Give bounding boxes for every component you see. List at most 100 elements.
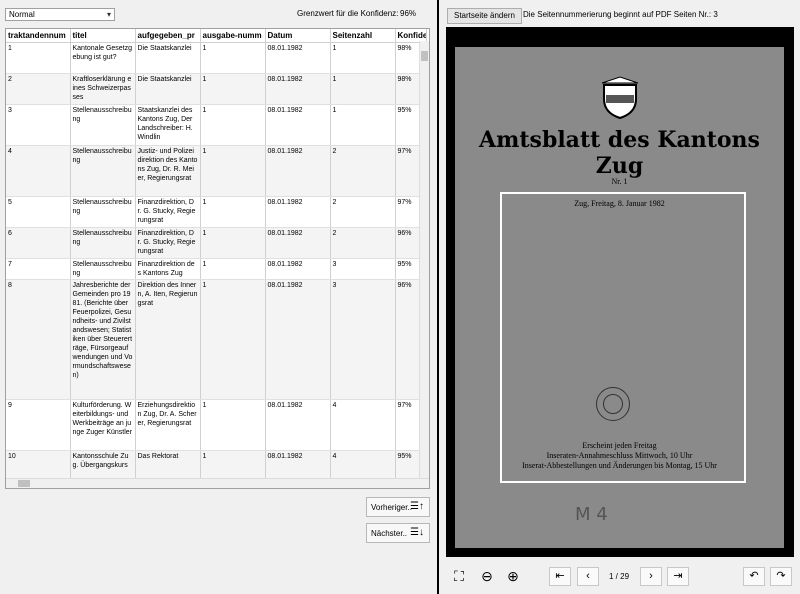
table-cell: 08.01.1982 [265, 42, 331, 74]
table-cell: 9 [6, 399, 71, 451]
table-cell: Finanzdirektion, Dr. G. Stucky, Regierun… [135, 196, 201, 228]
pdf-footer-line: Inserat-Abbestellungen und Änderungen bi… [522, 461, 717, 470]
table-cell: 08.01.1982 [265, 145, 331, 197]
table-cell: Stellenausschreibung [70, 196, 136, 228]
first-page-button[interactable]: ⇤ [549, 567, 571, 586]
table-row[interactable]: 8 Jahresberichte der Gemeinden pro 1981.… [6, 279, 427, 400]
table-cell: Staatskanzlei des Kantons Zug, Der Lands… [135, 104, 201, 146]
table-cell: Erziehungsdirektion Zug, Dr. A. Scherer,… [135, 399, 201, 451]
table-row[interactable]: 4 Stellenausschreibung Justiz- und Poliz… [6, 145, 427, 197]
table-row[interactable]: 2 Kraftloserklärung eines Schweizerpasse… [6, 73, 427, 105]
fit-page-icon[interactable]: ⛶ [449, 566, 469, 586]
chevron-down-icon: ▾ [106, 10, 111, 19]
previous-page-button[interactable]: ‹ [577, 567, 599, 586]
table-cell: 2 [330, 227, 396, 259]
table-cell: 3 [6, 104, 71, 146]
col-header[interactable]: titel [70, 29, 136, 43]
change-start-page-button[interactable]: Startseite ändern [447, 8, 522, 24]
table-cell: 08.01.1982 [265, 399, 331, 451]
table-cell: 1 [200, 196, 266, 228]
rotate-left-icon[interactable]: ↶ [743, 567, 765, 586]
table-cell: 1 [200, 258, 266, 280]
table-cell: 1 [330, 42, 396, 74]
table-cell: Kulturförderung. Weiterbildungs- und Wer… [70, 399, 136, 451]
coat-of-arms-icon [601, 76, 639, 120]
ocr-highlight-box [500, 192, 746, 483]
table-row[interactable]: 6 Stellenausschreibung Finanzdirektion, … [6, 227, 427, 259]
table-cell: 1 [6, 42, 71, 74]
zoom-out-icon[interactable]: ⊖ [477, 566, 497, 586]
col-header[interactable]: traktandennum [6, 29, 71, 43]
table-cell: Die Staatskanzlei [135, 73, 201, 105]
table-cell: 1 [330, 104, 396, 146]
pdf-page: Amtsblatt des Kantons Zug Nr. 1 Zug, Fre… [455, 47, 784, 548]
table-header: traktandennum titel aufgegeben_pr ausgab… [6, 29, 427, 43]
scroll-thumb[interactable] [421, 51, 428, 61]
table-cell: 4 [6, 145, 71, 197]
next-page-button[interactable]: › [640, 567, 662, 586]
table-cell: 08.01.1982 [265, 227, 331, 259]
pdf-panel: Startseite ändern Die Seitennummerierung… [439, 0, 800, 594]
table-cell: 2 [6, 73, 71, 105]
col-header[interactable]: ausgabe-numm [200, 29, 266, 43]
table-cell: 08.01.1982 [265, 73, 331, 105]
table-cell: 3 [330, 258, 396, 280]
table-cell: 2 [330, 145, 396, 197]
table-cell: 1 [200, 42, 266, 74]
table-row[interactable]: 3 Stellenausschreibung Staatskanzlei des… [6, 104, 427, 146]
pdf-viewer[interactable]: Amtsblatt des Kantons Zug Nr. 1 Zug, Fre… [446, 27, 794, 557]
next-button[interactable]: Nächster.. ☰↓ [366, 523, 430, 543]
page-indicator: 1 / 29 [609, 572, 630, 581]
table-cell: 8 [6, 279, 71, 400]
table-cell: Kantonale Gesetzgebung ist gut? [70, 42, 136, 74]
table-cell: 1 [200, 227, 266, 259]
table-cell: Finanzdirektion, Dr. G. Stucky, Regierun… [135, 227, 201, 259]
table-row[interactable]: 5 Stellenausschreibung Finanzdirektion, … [6, 196, 427, 228]
table-cell: 2 [330, 196, 396, 228]
vertical-scrollbar[interactable] [419, 41, 429, 478]
sort-up-icon: ☰↑ [410, 501, 424, 512]
table-cell: Direktion des Innern, A. Iten, Regierung… [135, 279, 201, 400]
table-row[interactable]: 7 Stellenausschreibung Finanzdirektion d… [6, 258, 427, 280]
table-cell: 1 [200, 73, 266, 105]
mode-select[interactable]: Normal ▾ [5, 8, 115, 21]
col-header[interactable]: Seitenzahl [330, 29, 396, 43]
pdf-title: Amtsblatt des Kantons Zug [479, 127, 760, 179]
scroll-thumb[interactable] [18, 480, 30, 487]
previous-label: Vorheriger.. [371, 503, 412, 512]
table-cell: Die Staatskanzlei [135, 42, 201, 74]
table-row[interactable]: 9 Kulturförderung. Weiterbildungs- und W… [6, 399, 427, 451]
pdf-footer-line: Erscheint jeden Freitag [582, 441, 657, 450]
last-page-button[interactable]: ⇥ [667, 567, 689, 586]
mode-select-value: Normal [9, 10, 35, 19]
table-cell: 1 [200, 104, 266, 146]
previous-button[interactable]: Vorheriger.. ☰↑ [366, 497, 430, 517]
results-table: traktandennum titel aufgegeben_pr ausgab… [5, 28, 430, 489]
results-panel: Normal ▾ Grenzwert für die Konfidenz: 96… [0, 0, 437, 594]
pdf-dateline: Zug, Freitag, 8. Januar 1982 [574, 199, 665, 208]
sort-down-icon: ☰↓ [410, 527, 424, 538]
pdf-issue-number: Nr. 1 [611, 177, 628, 186]
table-cell: Finanzdirektion des Kantons Zug [135, 258, 201, 280]
col-header[interactable]: Datum [265, 29, 331, 43]
next-label: Nächster.. [371, 529, 408, 538]
table-cell: 7 [6, 258, 71, 280]
table-cell: 08.01.1982 [265, 196, 331, 228]
table-cell: Stellenausschreibung [70, 104, 136, 146]
table-cell: 6 [6, 227, 71, 259]
table-cell: 3 [330, 279, 396, 400]
table-cell: Jahresberichte der Gemeinden pro 1981. (… [70, 279, 136, 400]
stamp-icon [596, 387, 630, 421]
table-row[interactable]: 1 Kantonale Gesetzgebung ist gut? Die St… [6, 42, 427, 74]
rotate-right-icon[interactable]: ↷ [770, 567, 792, 586]
table-cell: 4 [330, 399, 396, 451]
handwritten-note: M 4 [575, 504, 608, 525]
table-cell: Stellenausschreibung [70, 258, 136, 280]
table-cell: 08.01.1982 [265, 279, 331, 400]
table-cell: 08.01.1982 [265, 104, 331, 146]
horizontal-scrollbar[interactable] [6, 478, 429, 488]
confidence-value[interactable]: 96% [400, 9, 416, 18]
zoom-in-icon[interactable]: ⊕ [503, 566, 523, 586]
col-header[interactable]: aufgegeben_pr [135, 29, 201, 43]
table-cell: 1 [200, 279, 266, 400]
